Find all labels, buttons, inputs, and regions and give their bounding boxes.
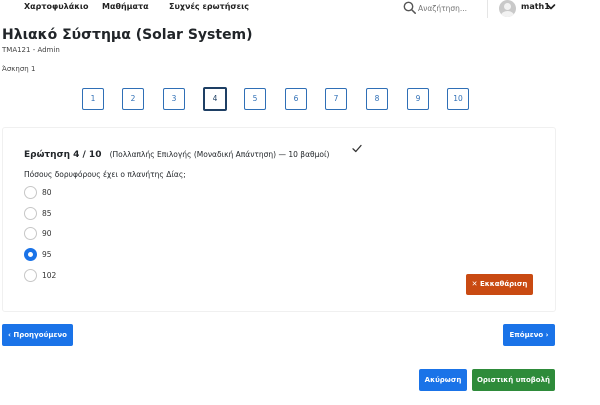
question-nav-4[interactable]: 4 [203,87,227,111]
option-label: 90 [42,229,52,238]
cancel-button[interactable]: Ακύρωση [419,369,467,391]
nav-divider [487,0,488,18]
course-subtitle: TMA121 - Admin [2,46,60,54]
nav-link-courses[interactable]: Μαθήματα [102,2,149,11]
option-label: 80 [42,188,52,197]
next-button[interactable]: Επόμενο › [503,324,555,346]
radio-button[interactable] [24,227,37,240]
question-nav-7[interactable]: 7 [325,88,347,110]
radio-button-selected[interactable] [24,248,37,261]
radio-button[interactable] [24,186,37,199]
exercise-label: Άσκηση 1 [2,65,36,73]
question-header: Ερώτηση 4 / 10 (Πολλαπλής Επιλογής (Μονα… [24,142,329,161]
page-title: Ηλιακό Σύστημα (Solar System) [2,27,253,43]
question-type: (Πολλαπλής Επιλογής (Μοναδική Απάντηση) … [109,150,330,159]
option-label: 102 [42,271,57,280]
option-label: 85 [42,209,52,218]
question-text: Πόσους δορυφόρους έχει ο πλανήτης Δίας; [24,170,186,179]
question-nav-9[interactable]: 9 [407,88,429,110]
search-icon[interactable] [403,1,416,14]
chevron-down-icon[interactable] [546,3,556,11]
answer-option-80[interactable]: 80 [24,186,104,200]
answer-option-102[interactable]: 102 [24,269,104,283]
question-nav-5[interactable]: 5 [244,88,266,110]
answer-option-90[interactable]: 90 [24,227,104,241]
radio-button[interactable] [24,269,37,282]
check-icon [352,144,362,153]
nav-link-portfolio[interactable]: Χαρτοφυλάκιο [24,2,89,11]
radio-button[interactable] [24,207,37,220]
user-menu[interactable]: math1 [499,0,559,18]
question-nav-10[interactable]: 10 [447,88,469,110]
option-label: 95 [42,250,52,259]
previous-button[interactable]: ‹ Προηγούμενο [2,324,73,346]
question-number: Ερώτηση 4 / 10 [24,150,102,160]
question-nav-6[interactable]: 6 [285,88,307,110]
question-nav-1[interactable]: 1 [82,88,104,110]
question-nav-3[interactable]: 3 [163,88,185,110]
final-submit-button[interactable]: Οριστική υποβολή [472,369,555,391]
answer-option-85[interactable]: 85 [24,207,104,221]
search-input[interactable] [418,1,474,15]
top-navbar: Χαρτοφυλάκιο Μαθήματα Συχνές ερωτήσεις m… [0,0,600,19]
nav-link-faq[interactable]: Συχνές ερωτήσεις [169,2,249,11]
clear-answer-button[interactable]: ✕ Εκκαθάριση [466,274,533,295]
question-nav-2[interactable]: 2 [122,88,144,110]
answer-option-95[interactable]: 95 [24,248,104,262]
avatar [499,0,516,17]
question-nav-8[interactable]: 8 [366,88,388,110]
